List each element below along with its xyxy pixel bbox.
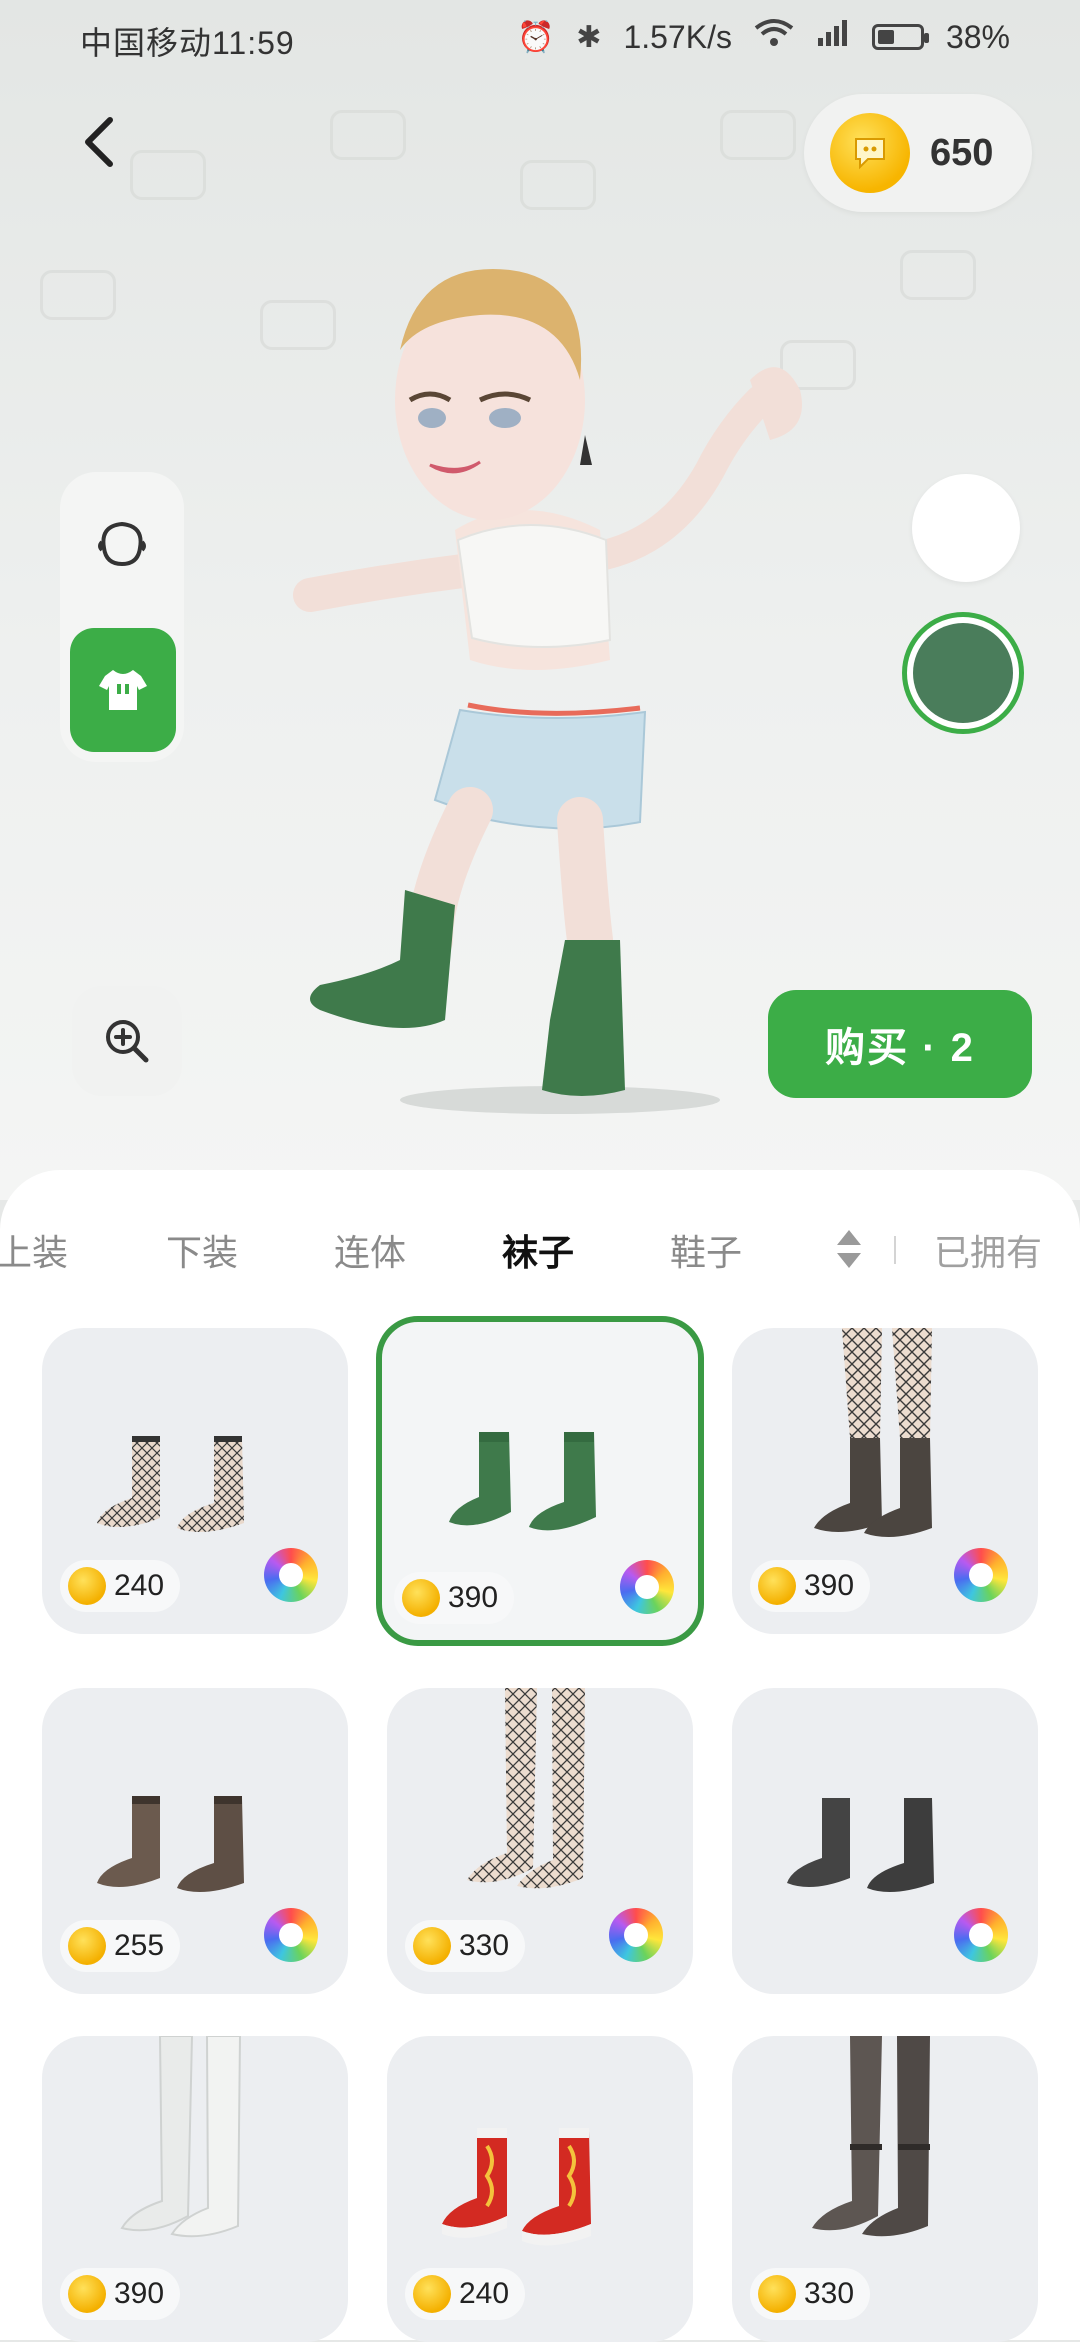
coin-icon [68,2275,106,2313]
background-decoration [900,250,976,300]
background-decoration [130,150,206,200]
item-price: 390 [448,1581,499,1614]
item-card[interactable] [732,1688,1038,1994]
status-bar: 中国移动11:59 ⏰ ✱ 1.57K/s 38% [0,0,1080,80]
item-price: 390 [114,2277,165,2310]
chevron-left-icon [85,117,113,167]
signal-icon [816,18,850,56]
item-price: 390 [804,1569,855,1602]
battery-icon [871,24,929,50]
coin-icon [758,2275,796,2313]
color-swatch-green[interactable] [902,612,1024,734]
color-options-icon[interactable] [609,1908,663,1962]
alarm-icon: ⏰ [516,20,555,54]
price-tag: 390 [750,1560,871,1612]
color-options-icon[interactable] [954,1548,1008,1602]
item-price: 330 [459,1929,510,1962]
coin-amount: 650 [930,131,994,174]
coin-icon [402,1579,440,1617]
item-price: 240 [114,1569,165,1602]
item-price: 330 [804,2277,855,2310]
tab-divider [894,1236,896,1264]
item-price: 255 [114,1929,165,1962]
coin-icon [68,1927,106,1965]
price-tag: 240 [405,2268,526,2320]
item-card[interactable]: 390 [732,1328,1038,1634]
price-tag: 240 [60,1560,181,1612]
category-tabs: 上装 下装 连体 袜子 鞋子 已拥有 [0,1224,1080,1294]
item-card[interactable]: 330 [732,2036,1038,2342]
tab-bottoms[interactable]: 下装 [166,1224,238,1276]
price-tag: 390 [394,1572,515,1624]
tab-shoes[interactable]: 鞋子 [670,1224,742,1276]
price-tag: 255 [60,1920,181,1972]
back-button[interactable] [72,112,132,172]
tab-onepiece[interactable]: 连体 [334,1224,406,1276]
edit-mode-panel [60,472,184,762]
sort-icon[interactable] [834,1226,864,1272]
tab-socks[interactable]: 袜子 [502,1224,574,1276]
color-options-icon[interactable] [264,1548,318,1602]
head-icon [98,521,146,567]
battery-percent: 38% [945,18,1010,55]
item-card[interactable]: 330 [387,1688,693,1994]
buy-button[interactable]: 购买 · 2 [768,990,1032,1098]
color-options-icon[interactable] [264,1908,318,1962]
coin-icon [830,113,910,193]
network-speed: 1.57K/s [623,18,732,55]
price-tag: 330 [405,1920,526,1972]
owned-filter[interactable]: 已拥有 [934,1224,1042,1276]
coin-icon [413,2275,451,2313]
wifi-icon [754,18,794,56]
color-swatch-white[interactable] [912,474,1020,582]
coin-balance[interactable]: 650 [804,94,1032,212]
shirt-icon [99,670,147,710]
item-card-selected[interactable]: 390 [376,1316,704,1646]
price-tag: 330 [750,2268,871,2320]
item-card[interactable]: 390 [42,2036,348,2342]
tab-tops[interactable]: 上装 [0,1224,68,1276]
item-card[interactable]: 240 [387,2036,693,2342]
background-decoration [330,110,406,160]
zoom-button[interactable] [72,986,182,1096]
price-tag: 390 [60,2268,181,2320]
coin-icon [68,1567,106,1605]
item-card[interactable]: 240 [42,1328,348,1634]
item-card[interactable]: 255 [42,1688,348,1994]
avatar-scene: 中国移动11:59 ⏰ ✱ 1.57K/s 38% 650 购买 · 2 [0,0,1080,1200]
bluetooth-icon: ✱ [576,20,602,54]
coin-icon [413,1927,451,1965]
background-decoration [40,270,116,320]
carrier-time: 中国移动11:59 [80,25,295,61]
color-options-icon[interactable] [620,1560,674,1614]
coin-icon [758,1567,796,1605]
background-decoration [520,160,596,210]
zoom-in-icon [106,1020,149,1063]
color-options-icon[interactable] [954,1908,1008,1962]
background-decoration [720,110,796,160]
outfit-mode-button[interactable] [70,628,176,752]
item-price: 240 [459,2277,510,2310]
item-sheet: 上装 下装 连体 袜子 鞋子 已拥有 240 390 390 255 330 3… [0,1170,1080,2342]
head-mode-button[interactable] [80,502,164,586]
